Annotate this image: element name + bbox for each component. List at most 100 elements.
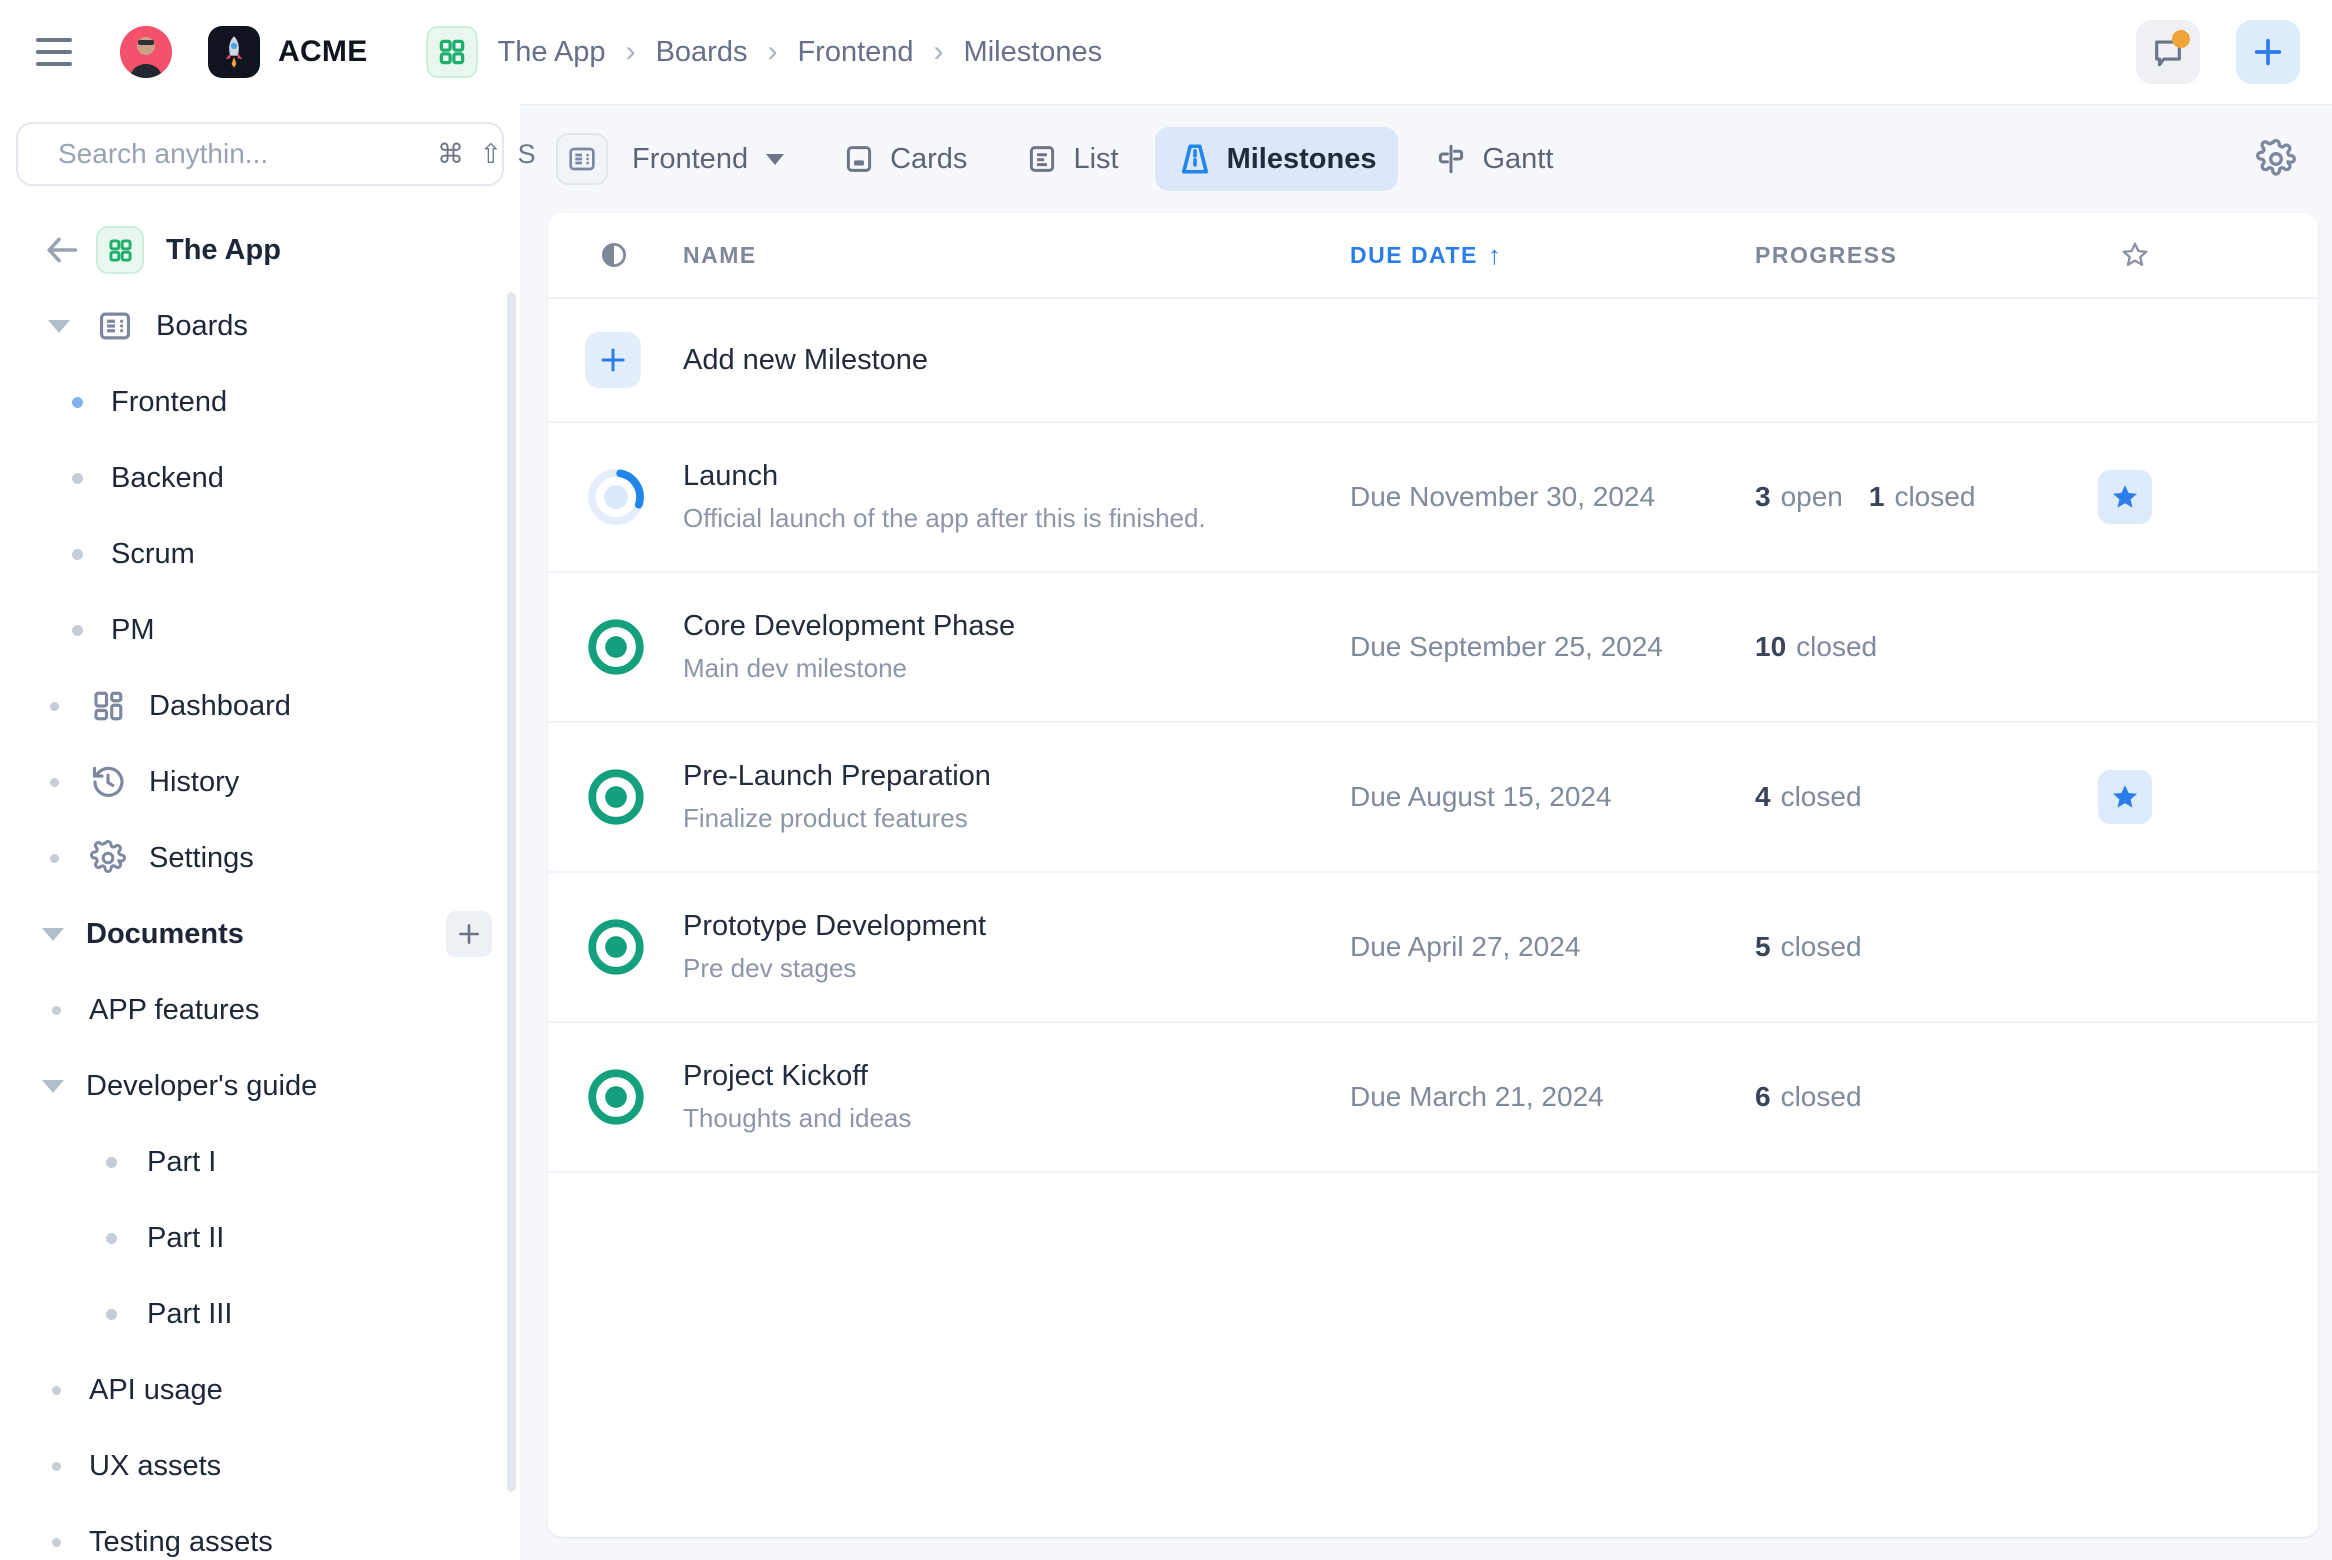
back-arrow-icon[interactable] bbox=[42, 235, 82, 265]
progress-ring-icon bbox=[585, 466, 647, 528]
workspace-logo-rocket-icon[interactable] bbox=[208, 26, 260, 78]
column-header-due-date[interactable]: DUE DATE ↑ bbox=[1350, 240, 1755, 271]
disclosure-triangle-icon[interactable] bbox=[42, 320, 76, 333]
add-document-button[interactable] bbox=[446, 911, 492, 957]
sidebar-scrollbar[interactable] bbox=[507, 292, 516, 1492]
milestone-name[interactable]: Launch bbox=[683, 460, 1350, 493]
sidebar-item-dashboard[interactable]: Dashboard bbox=[0, 668, 520, 744]
milestone-name[interactable]: Prototype Development bbox=[683, 910, 1350, 943]
board-icon-button[interactable] bbox=[556, 133, 608, 185]
table-header-row: NAME DUE DATE ↑ PROGRESS bbox=[548, 213, 2318, 299]
breadcrumb-milestones[interactable]: Milestones bbox=[964, 36, 1103, 69]
bullet-dot-icon bbox=[72, 397, 83, 408]
add-new-milestone-row[interactable]: Add new Milestone bbox=[548, 299, 2318, 423]
sidebar-item-settings[interactable]: Settings bbox=[0, 820, 520, 896]
sort-ascending-arrow-icon: ↑ bbox=[1488, 240, 1503, 271]
sidebar-item-backend[interactable]: Backend bbox=[0, 440, 520, 516]
column-header-progress[interactable]: PROGRESS bbox=[1755, 242, 2088, 269]
star-filled-icon bbox=[2110, 482, 2140, 512]
add-milestone-label: Add new Milestone bbox=[683, 344, 1350, 377]
sidebar-item-app-features[interactable]: APP features bbox=[0, 972, 520, 1048]
bullet-dot-icon bbox=[72, 549, 83, 560]
tab-label: Milestones bbox=[1227, 143, 1377, 176]
sidebar-item-api-usage[interactable]: API usage bbox=[0, 1352, 520, 1428]
sidebar-item-label: Scrum bbox=[111, 538, 195, 571]
sidebar-item-label: Boards bbox=[156, 310, 248, 343]
tab-list[interactable]: List bbox=[1003, 128, 1140, 190]
create-new-button[interactable] bbox=[2236, 20, 2300, 84]
milestone-name[interactable]: Pre-Launch Preparation bbox=[683, 760, 1350, 793]
plus-icon bbox=[456, 921, 482, 947]
sidebar-item-part-2[interactable]: Part II bbox=[0, 1200, 520, 1276]
main-area: Frontend Cards List bbox=[520, 104, 2332, 1560]
sidebar-item-part-3[interactable]: Part III bbox=[0, 1276, 520, 1352]
view-settings-gear-icon[interactable] bbox=[2256, 139, 2296, 179]
disclosure-triangle-icon[interactable] bbox=[36, 928, 70, 941]
sidebar-item-history[interactable]: History bbox=[0, 744, 520, 820]
search-box[interactable]: ⌘ ⇧ S bbox=[16, 122, 504, 186]
column-header-name[interactable]: NAME bbox=[683, 242, 1350, 269]
search-input[interactable] bbox=[58, 138, 419, 170]
user-avatar[interactable] bbox=[120, 26, 172, 78]
breadcrumb-boards[interactable]: Boards bbox=[656, 36, 748, 69]
sidebar-item-frontend[interactable]: Frontend bbox=[0, 364, 520, 440]
milestone-due-date: Due April 27, 2024 bbox=[1350, 931, 1755, 963]
tab-label: List bbox=[1073, 143, 1118, 176]
tab-milestones[interactable]: Milestones bbox=[1155, 127, 1399, 191]
sidebar: ⌘ ⇧ S The App bbox=[0, 104, 520, 1560]
disclosure-triangle-icon[interactable] bbox=[36, 1080, 70, 1093]
breadcrumb-the-app[interactable]: The App bbox=[498, 36, 606, 69]
milestone-due-date: Due September 25, 2024 bbox=[1350, 631, 1755, 663]
workspace-name[interactable]: ACME bbox=[278, 35, 368, 69]
board-selector-dropdown[interactable]: Frontend bbox=[622, 129, 806, 190]
app-grid-icon bbox=[96, 226, 144, 274]
sidebar-item-label: Part I bbox=[147, 1146, 216, 1179]
sidebar-item-scrum[interactable]: Scrum bbox=[0, 516, 520, 592]
app-grid-icon[interactable] bbox=[426, 26, 478, 78]
sidebar-item-developers-guide[interactable]: Developer's guide bbox=[0, 1048, 520, 1124]
milestone-row-prototype[interactable]: Prototype Development Pre dev stages Due… bbox=[548, 873, 2318, 1023]
milestone-row-core-development[interactable]: Core Development Phase Main dev mileston… bbox=[548, 573, 2318, 723]
milestone-due-date: Due November 30, 2024 bbox=[1350, 481, 1755, 513]
milestone-description: Official launch of the app after this is… bbox=[683, 503, 1350, 534]
cards-icon bbox=[842, 142, 876, 176]
sidebar-item-label: Settings bbox=[149, 842, 254, 875]
sidebar-item-the-app[interactable]: The App bbox=[0, 212, 520, 288]
sidebar-item-pm[interactable]: PM bbox=[0, 592, 520, 668]
gear-icon bbox=[85, 835, 131, 881]
sidebar-item-documents[interactable]: Documents bbox=[0, 896, 520, 972]
sidebar-item-label: Frontend bbox=[111, 386, 227, 419]
milestone-done-icon bbox=[585, 616, 647, 678]
tab-gantt[interactable]: Gantt bbox=[1412, 128, 1575, 190]
bullet-dot-icon bbox=[50, 702, 59, 711]
add-milestone-button[interactable] bbox=[585, 332, 641, 388]
sidebar-item-ux-assets[interactable]: UX assets bbox=[0, 1428, 520, 1504]
sidebar-item-part-1[interactable]: Part I bbox=[0, 1124, 520, 1200]
milestone-name[interactable]: Core Development Phase bbox=[683, 610, 1350, 643]
sidebar-item-label: Testing assets bbox=[89, 1526, 273, 1559]
tab-cards[interactable]: Cards bbox=[820, 128, 989, 190]
milestone-name[interactable]: Project Kickoff bbox=[683, 1060, 1350, 1093]
sidebar-item-testing-assets[interactable]: Testing assets bbox=[0, 1504, 520, 1560]
star-outline-icon[interactable] bbox=[2120, 240, 2150, 270]
progress-contrast-icon bbox=[599, 240, 629, 270]
tab-label: Cards bbox=[890, 143, 967, 176]
milestone-due-date: Due March 21, 2024 bbox=[1350, 1081, 1755, 1113]
milestone-row-launch[interactable]: Launch Official launch of the app after … bbox=[548, 423, 2318, 573]
bullet-dot-icon bbox=[72, 473, 83, 484]
bullet-dot-icon bbox=[106, 1157, 117, 1168]
breadcrumb-frontend[interactable]: Frontend bbox=[797, 36, 913, 69]
starred-badge[interactable] bbox=[2098, 770, 2152, 824]
bullet-dot-icon bbox=[52, 1006, 61, 1015]
milestone-row-kickoff[interactable]: Project Kickoff Thoughts and ideas Due M… bbox=[548, 1023, 2318, 1173]
sidebar-tree: The App Boards Frontend bbox=[0, 196, 520, 1560]
milestone-due-date: Due August 15, 2024 bbox=[1350, 781, 1755, 813]
starred-badge[interactable] bbox=[2098, 470, 2152, 524]
history-clock-icon bbox=[85, 759, 131, 805]
hamburger-menu-icon[interactable] bbox=[36, 30, 80, 74]
chat-button[interactable] bbox=[2136, 20, 2200, 84]
sidebar-item-label: API usage bbox=[89, 1374, 223, 1407]
sidebar-item-boards[interactable]: Boards bbox=[0, 288, 520, 364]
sidebar-item-label: Documents bbox=[86, 918, 244, 951]
milestone-row-pre-launch[interactable]: Pre-Launch Preparation Finalize product … bbox=[548, 723, 2318, 873]
